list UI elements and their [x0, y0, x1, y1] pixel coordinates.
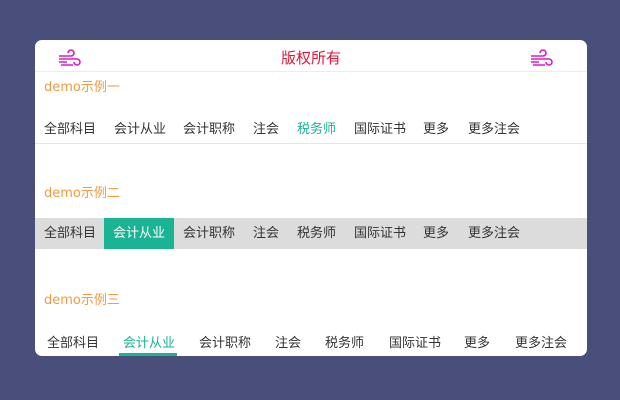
demo2-tab-5[interactable]: 国际证书 — [354, 218, 406, 249]
demo3-tab-3[interactable]: 注会 — [275, 332, 301, 351]
demo1-tab-6[interactable]: 更多 — [423, 118, 449, 137]
active-tab-underline — [119, 353, 177, 356]
demo2-tab-3[interactable]: 注会 — [253, 218, 279, 249]
demo2-tab-1[interactable]: 会计从业 — [104, 218, 174, 249]
demo3-tab-6[interactable]: 更多 — [464, 332, 490, 351]
demo3-tabbar: 全部科目 会计从业 会计职称 注会 税务师 国际证书 更多 更多注会 — [35, 332, 587, 356]
demo3-tab-4[interactable]: 税务师 — [325, 332, 364, 351]
demo1-tab-2[interactable]: 会计职称 — [183, 118, 235, 137]
demo-card: 版权所有 demo示例一 全部科目 会计从业 会计职称 注会 税务师 国际证书 … — [35, 40, 587, 356]
demo3-tab-5[interactable]: 国际证书 — [389, 332, 441, 351]
demo3-label: demo示例三 — [44, 293, 120, 308]
demo2-tab-7[interactable]: 更多注会 — [468, 218, 520, 249]
demo2-label: demo示例二 — [44, 186, 120, 201]
demo1-tab-3[interactable]: 注会 — [253, 118, 279, 137]
page-title: 版权所有 — [280, 49, 341, 67]
demo2-tab-4[interactable]: 税务师 — [297, 218, 336, 249]
demo3-tab-7[interactable]: 更多注会 — [515, 332, 567, 351]
demo1-tab-0[interactable]: 全部科目 — [44, 118, 96, 137]
demo1-label: demo示例一 — [44, 80, 120, 95]
demo1-tab-5[interactable]: 国际证书 — [354, 118, 406, 137]
demo2-tab-6[interactable]: 更多 — [423, 218, 449, 249]
demo2-tab-2[interactable]: 会计职称 — [183, 218, 235, 249]
demo1-tabbar: 全部科目 会计从业 会计职称 注会 税务师 国际证书 更多 更多注会 — [35, 118, 587, 144]
wind-icon[interactable] — [529, 48, 553, 68]
demo2-tabbar: 全部科目 会计从业 会计职称 注会 税务师 国际证书 更多 更多注会 — [35, 218, 587, 249]
demo3-tab-2[interactable]: 会计职称 — [199, 332, 251, 351]
demo1-tab-7[interactable]: 更多注会 — [468, 118, 520, 137]
demo3-tab-0[interactable]: 全部科目 — [47, 332, 99, 351]
demo1-tab-4[interactable]: 税务师 — [297, 118, 336, 137]
demo1-tab-1[interactable]: 会计从业 — [114, 118, 166, 137]
demo2-tab-0[interactable]: 全部科目 — [44, 218, 96, 249]
demo3-tab-1[interactable]: 会计从业 — [123, 332, 175, 351]
header-bar: 版权所有 — [35, 40, 587, 72]
